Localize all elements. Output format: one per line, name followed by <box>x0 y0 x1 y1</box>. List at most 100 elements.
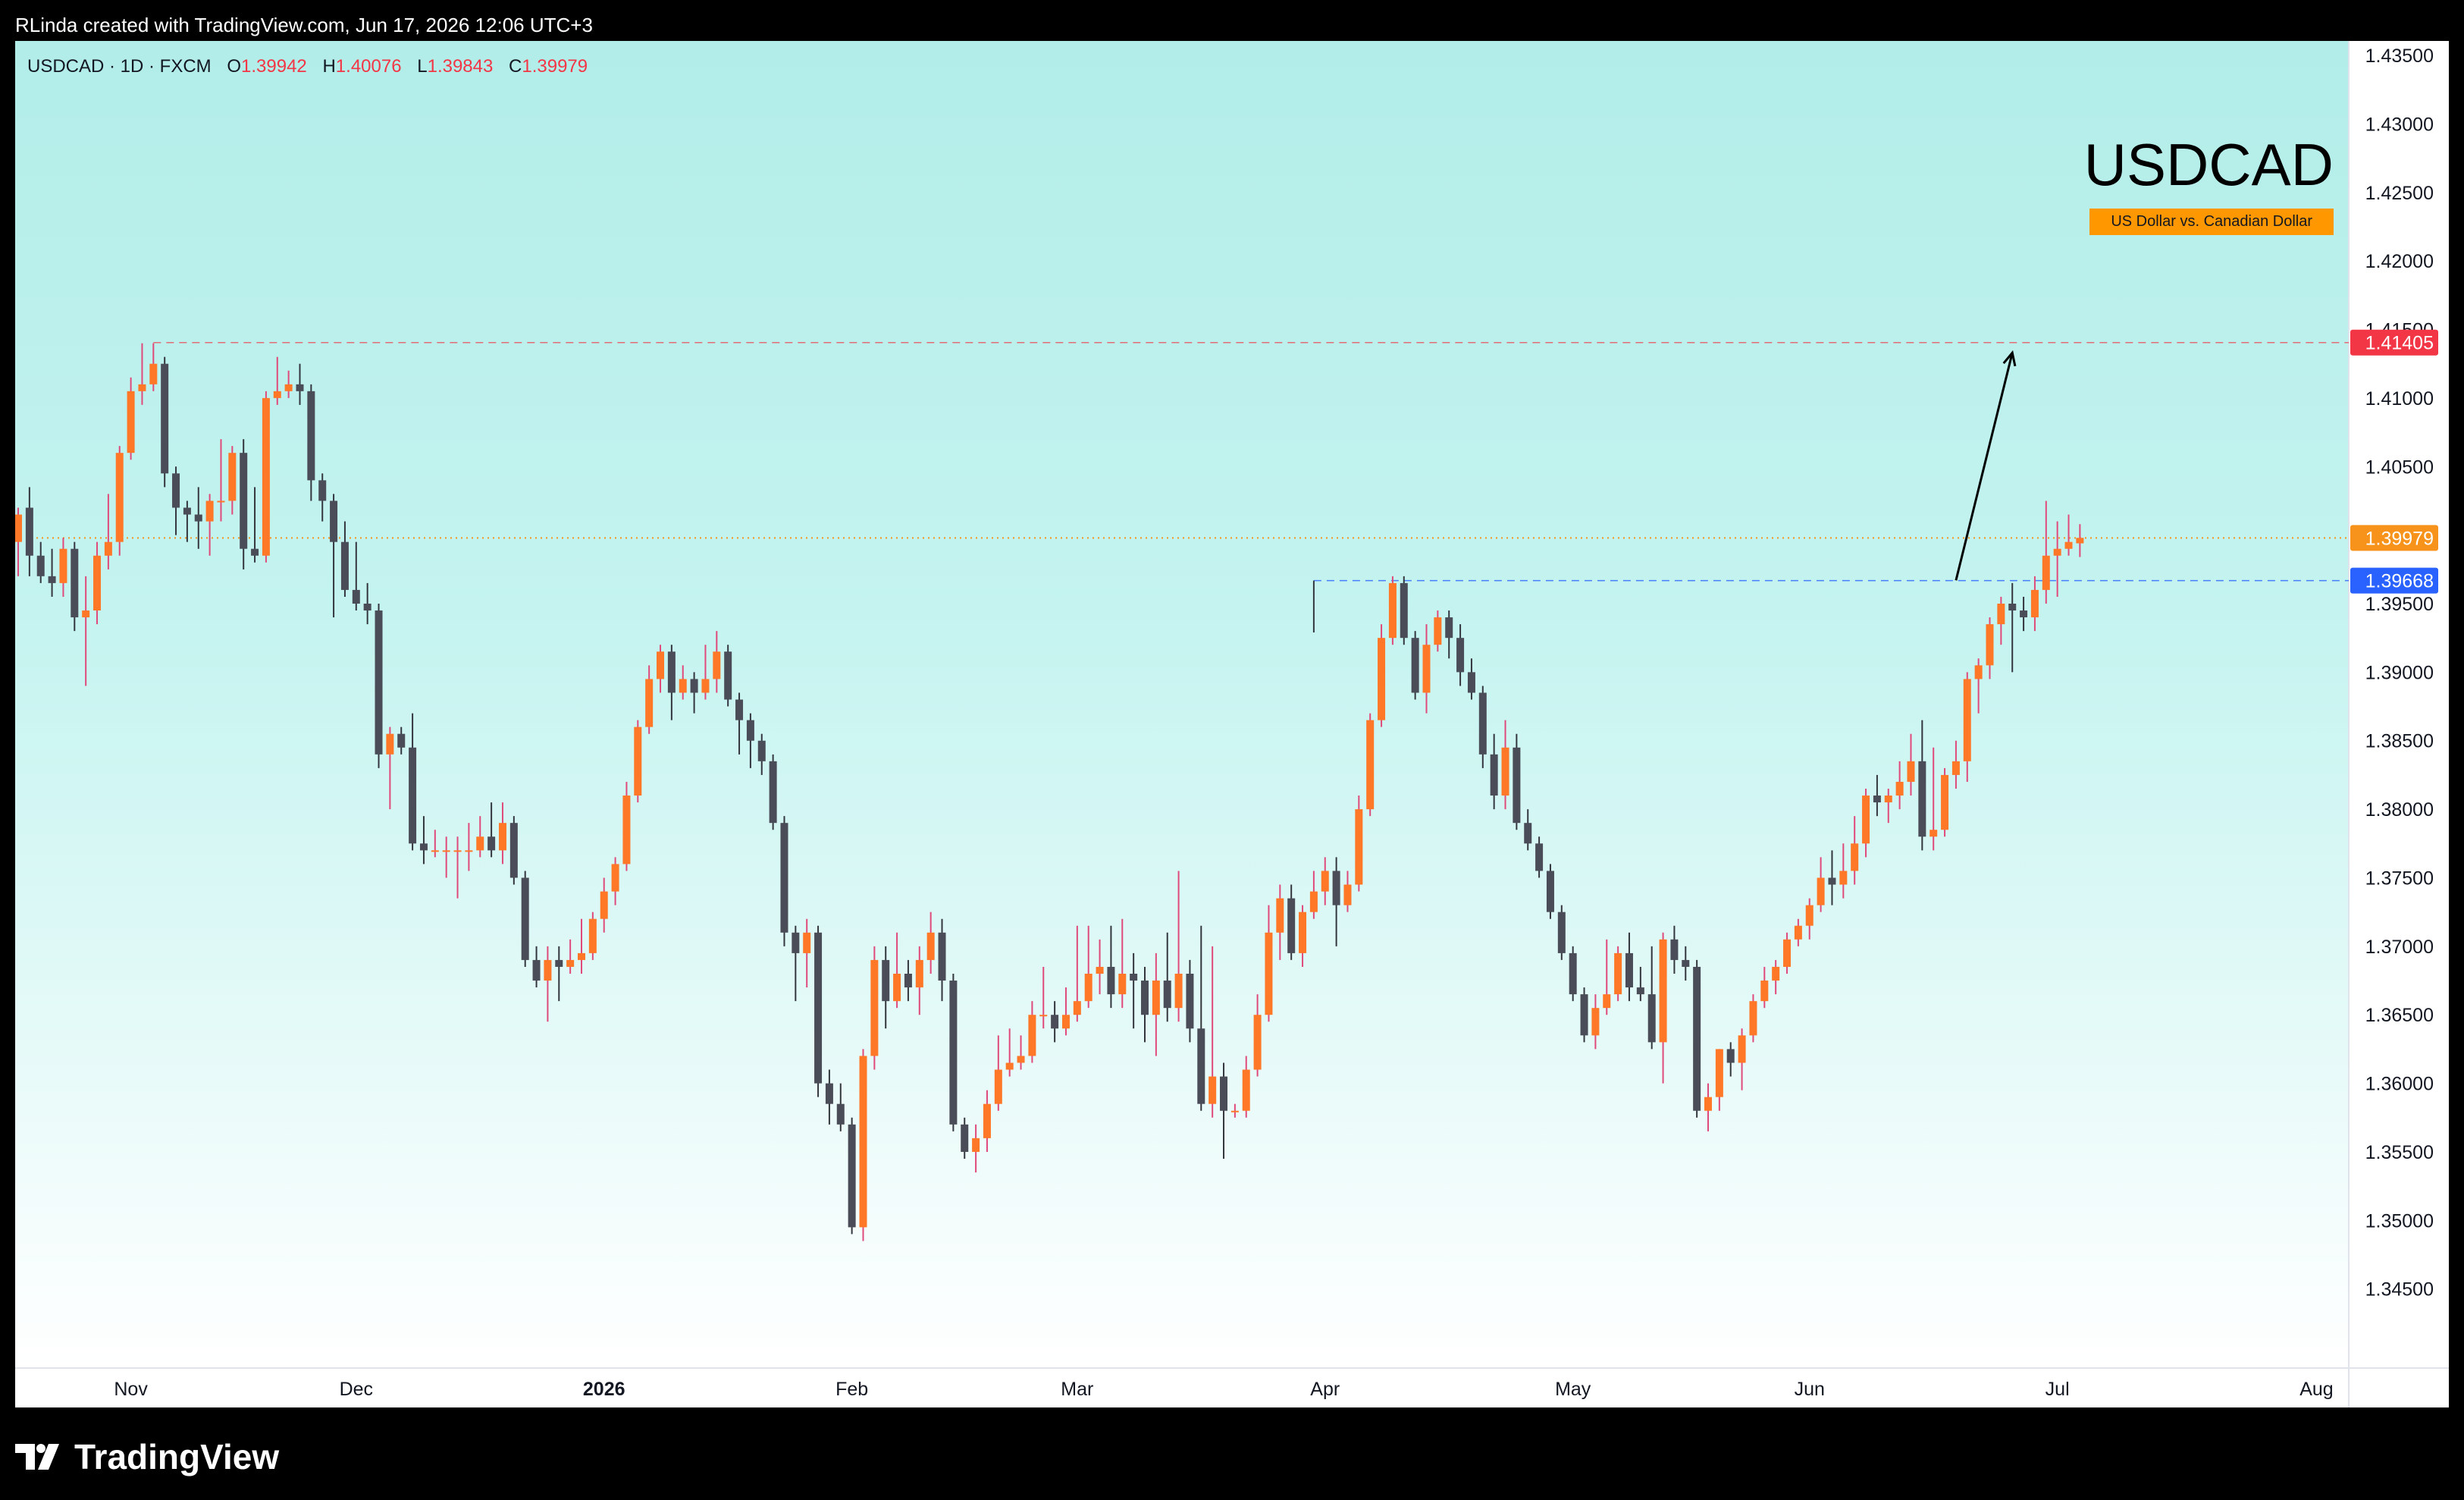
candle-body <box>746 720 754 741</box>
candle-body <box>1073 1001 1081 1015</box>
legend-high-label: H <box>322 56 336 77</box>
candle-body <box>386 733 394 755</box>
legend-open-value: 1.39942 <box>241 56 307 77</box>
candle-body <box>1355 809 1363 885</box>
candle-body <box>1749 1001 1757 1036</box>
candle-body <box>15 514 22 542</box>
candle-body <box>1467 672 1475 693</box>
candle-body <box>983 1103 991 1138</box>
candle-body <box>1851 843 1859 871</box>
candle-body <box>1152 981 1160 1015</box>
time-tick-label: 2026 <box>583 1379 625 1400</box>
candle-body <box>1309 891 1318 912</box>
candle-body <box>2008 604 2017 611</box>
candle-body <box>352 589 360 604</box>
candle-body <box>1546 871 1554 912</box>
candlestick-chart[interactable]: 1.435001.430001.425001.420001.415001.410… <box>15 41 2449 1407</box>
candle-body <box>375 610 383 755</box>
candle-body <box>679 679 687 693</box>
candle-body <box>442 850 450 852</box>
support-price-label-text: 1.39668 <box>2365 571 2434 592</box>
candle-body <box>634 726 642 796</box>
time-tick-label: Aug <box>2299 1379 2333 1400</box>
candle-body <box>251 548 259 556</box>
candle-body <box>1084 974 1092 1002</box>
author-credit: RLinda created with TradingView.com, Jun… <box>15 14 593 36</box>
candle-body <box>1332 871 1340 905</box>
candle-body <box>1794 925 1802 940</box>
candle-body <box>296 384 304 391</box>
candle-body <box>622 796 631 865</box>
ohlc-legend: USDCAD · 1D · FXCM O1.39942 H1.40076 L1.… <box>27 56 588 77</box>
time-tick-label: Jul <box>2045 1379 2070 1400</box>
candle-body <box>172 473 180 508</box>
candle-body <box>161 363 169 474</box>
candle-body <box>1569 952 1577 995</box>
candle-body <box>240 453 248 549</box>
candle-body <box>972 1138 980 1152</box>
candle-body <box>1388 582 1397 639</box>
legend-close-value: 1.39979 <box>522 56 588 77</box>
price-tick-label: 1.37000 <box>2365 937 2434 958</box>
candle-body <box>115 453 124 542</box>
tradingview-logo-icon <box>15 1444 59 1470</box>
price-tick-label: 1.42500 <box>2365 183 2434 204</box>
candle-body <box>1907 761 1915 782</box>
candle-body <box>1974 665 1983 679</box>
candle-body <box>949 981 958 1125</box>
candle-body <box>1839 871 1848 885</box>
candle-body <box>1208 1076 1217 1104</box>
candle-body <box>994 1069 1002 1104</box>
candle-body <box>1366 720 1375 810</box>
top-bar: RLinda created with TradingView.com, Jun… <box>0 0 2464 41</box>
candle-body <box>724 651 732 700</box>
tradingview-logo[interactable]: TradingView <box>15 1436 279 1477</box>
candle-body <box>701 679 710 693</box>
candle-body <box>645 679 654 727</box>
candle-body <box>1591 1008 1600 1036</box>
candle-body <box>1760 981 1769 1002</box>
candle-body <box>1017 1056 1025 1063</box>
candle-body <box>521 877 529 960</box>
candle-body <box>1997 604 2005 625</box>
price-tick-label: 1.41000 <box>2365 388 2434 410</box>
candle-body <box>690 679 698 693</box>
candle-body <box>926 932 935 960</box>
candle-body <box>1276 898 1284 933</box>
price-tick-label: 1.40500 <box>2365 457 2434 478</box>
candle-body <box>1265 932 1273 1015</box>
candle-body <box>273 391 281 398</box>
price-tick-label: 1.35000 <box>2365 1210 2434 1232</box>
candle-body <box>48 576 56 583</box>
candle-body <box>915 959 923 988</box>
candle-body <box>2064 541 2073 549</box>
candle-body <box>814 932 823 1084</box>
candle-body <box>1061 1015 1070 1029</box>
candle-body <box>1378 638 1386 720</box>
candle-body <box>1434 617 1442 645</box>
candle-body <box>419 843 428 851</box>
time-tick-label: Dec <box>340 1379 373 1400</box>
candle-body <box>1704 1097 1712 1111</box>
candle-body <box>904 974 912 988</box>
candle-body <box>769 761 777 824</box>
candle-body <box>735 699 744 720</box>
candle-body <box>836 1103 845 1125</box>
legend-open-label: O <box>227 56 242 77</box>
projection-arrow-line <box>1955 352 2014 581</box>
symbol-watermark: USDCAD US Dollar vs. Canadian Dollar <box>2084 130 2334 235</box>
candle-body <box>1873 796 1881 803</box>
candle-body <box>1783 939 1792 967</box>
candle-body <box>1107 966 1115 995</box>
candle-body <box>1513 747 1521 824</box>
candle-body <box>1490 754 1498 796</box>
candle-body <box>487 836 496 851</box>
candle-body <box>566 959 575 967</box>
candle-body <box>757 740 766 761</box>
candle-body <box>330 501 338 542</box>
candle-body <box>1118 974 1127 995</box>
candle-body <box>318 480 327 501</box>
candle-body <box>71 548 79 618</box>
candle-body <box>1817 877 1825 905</box>
price-tick-label: 1.43500 <box>2365 46 2434 67</box>
